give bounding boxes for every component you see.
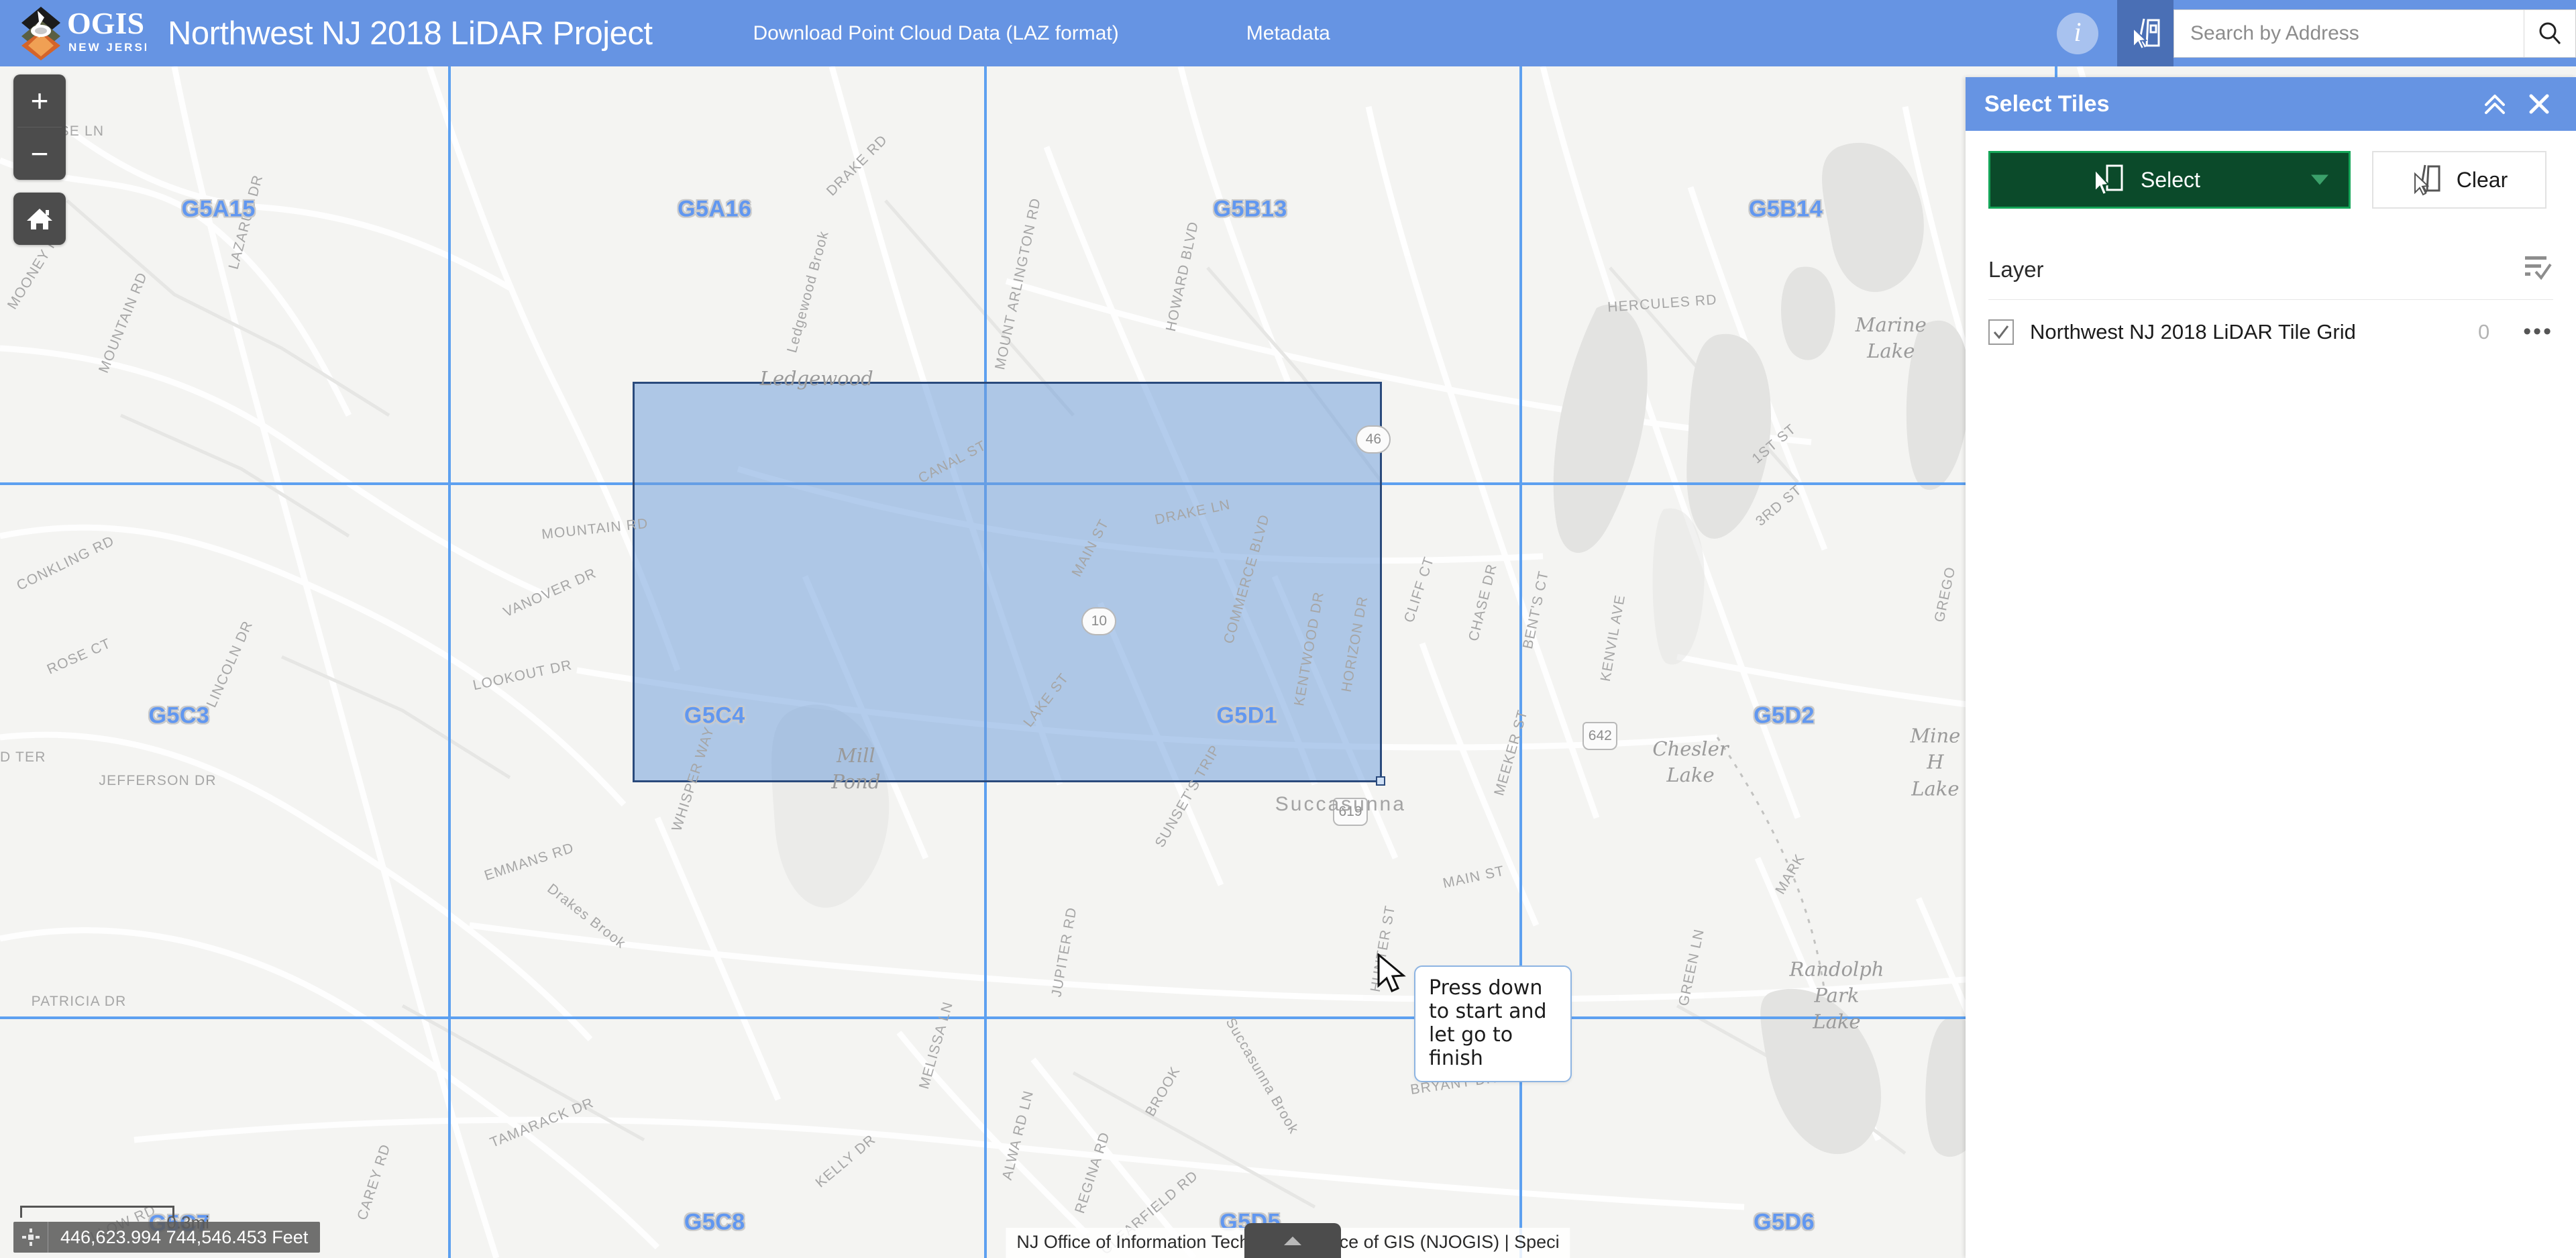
search-input[interactable] bbox=[2174, 9, 2524, 57]
list-check-icon-glyph bbox=[2525, 256, 2552, 280]
double-chevron-up-icon[interactable] bbox=[2477, 86, 2513, 122]
zoom-out-button[interactable]: − bbox=[13, 127, 66, 180]
search-icon-glyph bbox=[2539, 22, 2561, 44]
crosshair-icon[interactable] bbox=[13, 1222, 48, 1253]
layer-list-item[interactable]: Northwest NJ 2018 LiDAR Tile Grid 0 ••• bbox=[1988, 300, 2553, 364]
select-tiles-tool-glyph bbox=[2133, 18, 2160, 50]
close-icon[interactable] bbox=[2521, 86, 2557, 122]
select-tiles-tool-icon[interactable] bbox=[2117, 0, 2174, 66]
svg-text:OGIS: OGIS bbox=[67, 6, 144, 40]
info-icon-glyph: i bbox=[2074, 16, 2082, 47]
layer-section-header: Layer bbox=[1988, 253, 2553, 300]
select-rect-icon bbox=[2092, 162, 2126, 198]
select-tiles-panel: Select Tiles Select Clear Layer Northwes… bbox=[1966, 77, 2576, 1258]
scale-bar-track bbox=[20, 1206, 174, 1218]
layer-feature-count: 0 bbox=[2478, 320, 2490, 344]
close-icon-glyph bbox=[2529, 94, 2549, 114]
coordinate-readout: 446,623.994 744,546.453 Feet bbox=[13, 1222, 321, 1253]
svg-text:NEW JERSEY: NEW JERSEY bbox=[68, 41, 146, 54]
tile-grid-line-vertical bbox=[984, 66, 987, 1258]
clear-button[interactable]: Clear bbox=[2372, 151, 2546, 209]
crosshair-icon-glyph bbox=[21, 1228, 40, 1246]
panel-action-buttons: Select Clear bbox=[1988, 151, 2553, 209]
app-title: Northwest NJ 2018 LiDAR Project bbox=[168, 15, 653, 52]
panel-body: Select Clear Layer Northwest NJ 2018 LiD… bbox=[1966, 131, 2576, 364]
ellipsis-icon[interactable]: ••• bbox=[2523, 321, 2553, 343]
app-header: OGIS NEW JERSEY Northwest NJ 2018 LiDAR … bbox=[0, 0, 2576, 66]
header-right-tools: i bbox=[2057, 0, 2576, 66]
layer-section-label: Layer bbox=[1988, 256, 2044, 282]
select-rect-icon-glyph bbox=[2094, 164, 2123, 196]
mouse-cursor-icon bbox=[1377, 953, 1406, 992]
panel-header: Select Tiles bbox=[1966, 77, 2576, 131]
download-point-cloud-link[interactable]: Download Point Cloud Data (LAZ format) bbox=[753, 22, 1119, 45]
coordinate-value: 446,623.994 744,546.453 Feet bbox=[60, 1226, 309, 1247]
info-icon[interactable]: i bbox=[2057, 12, 2098, 54]
header-links: Download Point Cloud Data (LAZ format) M… bbox=[753, 22, 1330, 45]
clear-button-label: Clear bbox=[2456, 167, 2508, 192]
attribution-toggle-button[interactable] bbox=[1244, 1223, 1341, 1258]
layer-visibility-checkbox[interactable] bbox=[1988, 319, 2014, 345]
app-root: OGIS NEW JERSEY Northwest NJ 2018 LiDAR … bbox=[0, 0, 2576, 1258]
metadata-link[interactable]: Metadata bbox=[1246, 22, 1330, 45]
njogis-logo-icon: OGIS NEW JERSEY bbox=[21, 6, 146, 60]
tile-grid-line-vertical bbox=[448, 66, 451, 1258]
layer-name-label: Northwest NJ 2018 LiDAR Tile Grid bbox=[2030, 320, 2356, 344]
search-bar bbox=[2174, 9, 2576, 58]
home-icon[interactable] bbox=[13, 193, 66, 245]
clear-selection-icon bbox=[2414, 164, 2440, 196]
chevron-up-icon bbox=[1284, 1237, 1301, 1245]
scale-bar: 0.3mi bbox=[20, 1206, 209, 1233]
njogis-logo[interactable]: OGIS NEW JERSEY bbox=[0, 0, 161, 66]
search-icon[interactable] bbox=[2524, 9, 2575, 57]
check-icon bbox=[1993, 325, 2009, 339]
zoom-controls: + − bbox=[13, 74, 66, 180]
select-button[interactable]: Select bbox=[1988, 151, 2351, 209]
select-button-label: Select bbox=[2141, 167, 2200, 192]
double-chevron-up-glyph bbox=[2485, 95, 2505, 114]
zoom-in-button[interactable]: + bbox=[13, 74, 66, 127]
chevron-down-icon[interactable] bbox=[2311, 174, 2328, 185]
home-icon-glyph bbox=[27, 209, 52, 229]
panel-title: Select Tiles bbox=[1984, 91, 2110, 117]
list-check-icon[interactable] bbox=[2521, 253, 2553, 286]
selection-tooltip: Press down to start and let go to finish bbox=[1414, 965, 1572, 1083]
